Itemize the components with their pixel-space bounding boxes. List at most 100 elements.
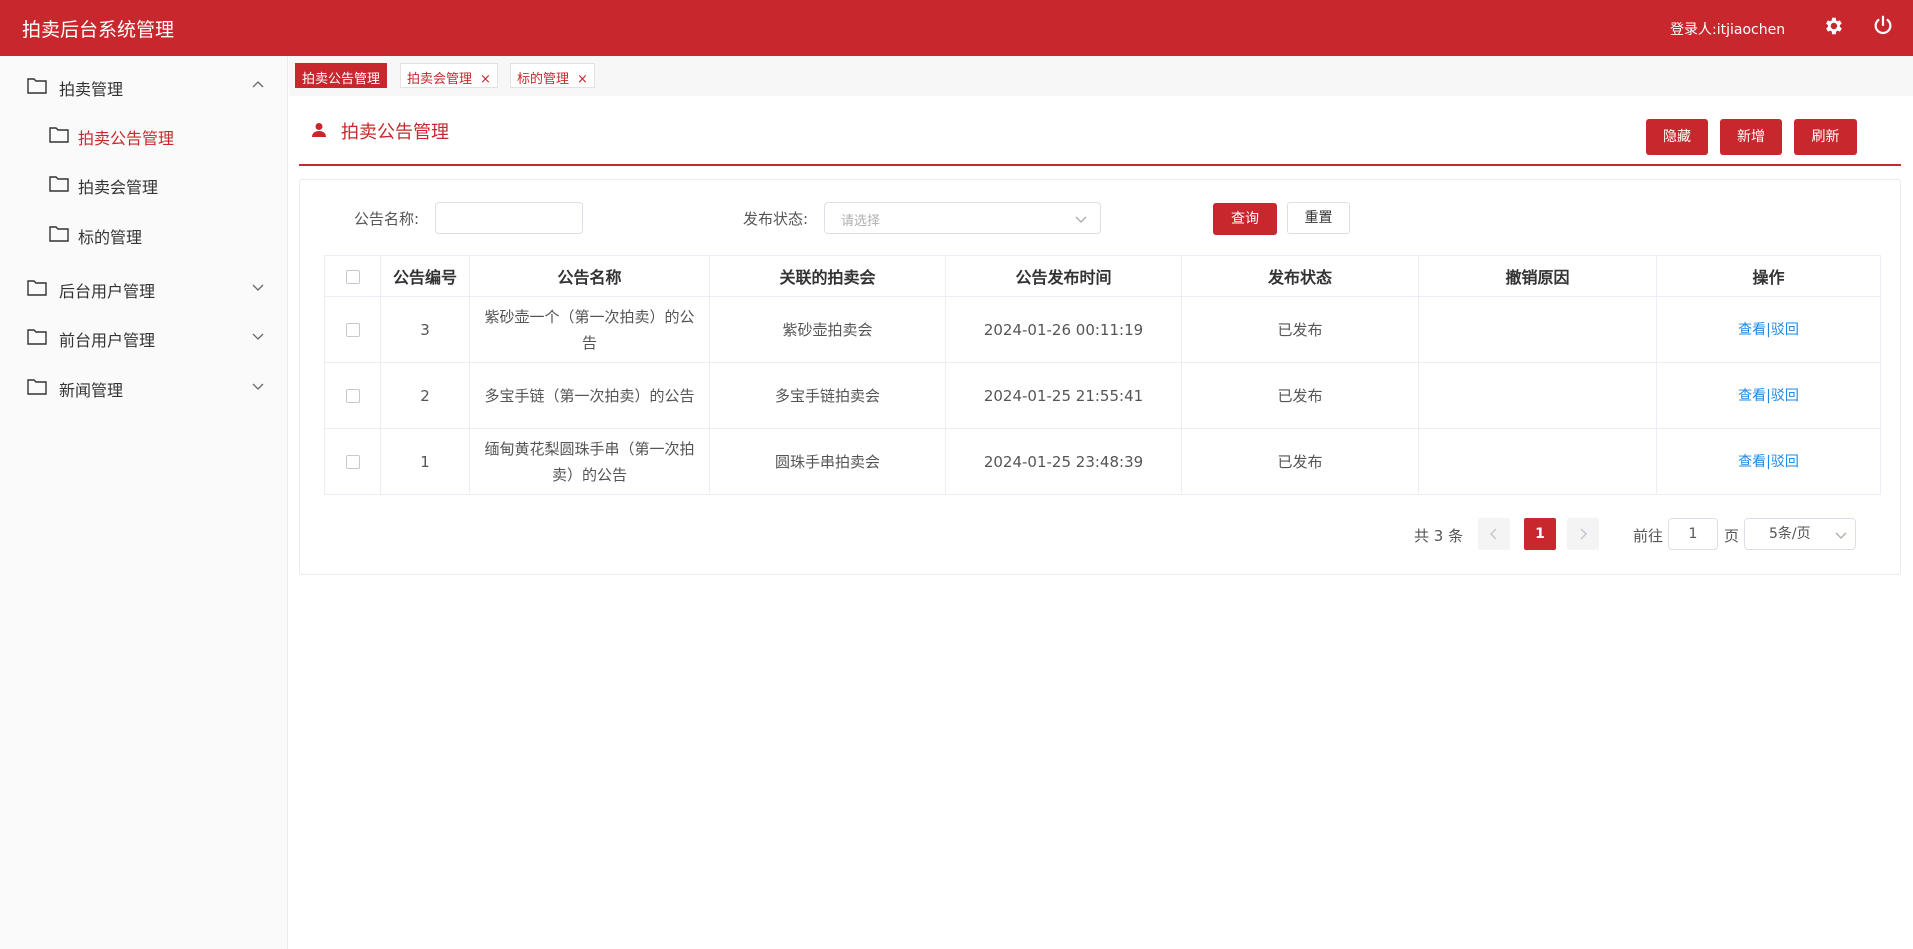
column-header: 公告编号 xyxy=(380,255,470,297)
notice-name-cell: 紫砂壶一个（第一次拍卖）的公告 xyxy=(469,296,710,363)
row-select-cell xyxy=(324,362,381,429)
publish-time-cell: 2024-01-26 00:11:19 xyxy=(945,296,1182,363)
actions-cell: 查看|驳回 xyxy=(1656,428,1881,495)
row-checkbox[interactable] xyxy=(345,455,360,469)
notice-name-cell: 多宝手链（第一次拍卖）的公告 xyxy=(469,362,710,429)
table-row: 1 缅甸黄花梨圆珠手串（第一次拍卖）的公告 圆珠手串拍卖会 2024-01-25… xyxy=(324,428,1881,495)
close-icon[interactable]: × xyxy=(577,72,588,87)
power-icon[interactable] xyxy=(1872,14,1894,36)
page-size-select[interactable]: 5条/页 xyxy=(1744,518,1856,550)
sidebar-item-lot-management[interactable]: 标的管理 xyxy=(0,212,288,256)
chevron-down-icon xyxy=(252,383,264,390)
login-user-label: 登录人:itjiaochen xyxy=(1670,22,1786,38)
sidebar-item-auction-notice[interactable]: 拍卖公告管理 xyxy=(0,113,288,157)
panel-header: 拍卖公告管理 隐藏 新增 刷新 xyxy=(299,112,1901,166)
tab-label: 标的管理 xyxy=(517,72,570,87)
column-header: 公告发布时间 xyxy=(945,255,1182,297)
select-all-checkbox[interactable] xyxy=(345,270,360,284)
column-header: 发布状态 xyxy=(1181,255,1419,297)
chevron-down-icon xyxy=(1075,216,1087,223)
notice-name-cell: 缅甸黄花梨圆珠手串（第一次拍卖）的公告 xyxy=(469,428,710,495)
sidebar-item-label: 前台用户管理 xyxy=(59,331,156,350)
chevron-down-icon xyxy=(1835,532,1847,539)
table-row: 2 多宝手链（第一次拍卖）的公告 多宝手链拍卖会 2024-01-25 21:5… xyxy=(324,362,1881,429)
revoke-link[interactable]: 驳回 xyxy=(1771,388,1799,404)
table-row: 3 紫砂壶一个（第一次拍卖）的公告 紫砂壶拍卖会 2024-01-26 00:1… xyxy=(324,296,1881,363)
reset-button[interactable]: 重置 xyxy=(1287,202,1350,234)
folder-icon xyxy=(27,379,47,395)
chevron-right-icon xyxy=(1580,528,1587,540)
publish-status-cell: 已发布 xyxy=(1181,428,1419,495)
auction-cell: 圆珠手串拍卖会 xyxy=(709,428,946,495)
tab-label: 拍卖公告管理 xyxy=(302,72,381,87)
page-size-value: 5条/页 xyxy=(1769,526,1811,542)
page-title: 拍卖公告管理 xyxy=(341,122,449,143)
page-unit-label: 页 xyxy=(1724,527,1740,545)
pagination-total: 共 3 条 xyxy=(1414,527,1464,545)
folder-icon xyxy=(27,329,47,345)
notice-id-cell: 2 xyxy=(380,362,470,429)
notice-id-cell: 3 xyxy=(380,296,470,363)
gear-icon[interactable] xyxy=(1822,15,1844,37)
notice-name-label: 公告名称: xyxy=(354,210,420,228)
revoke-reason-cell xyxy=(1418,296,1657,363)
view-link[interactable]: 查看 xyxy=(1738,322,1766,338)
revoke-link[interactable]: 驳回 xyxy=(1771,322,1799,338)
sidebar-item-auction-management[interactable]: 拍卖管理 xyxy=(0,64,288,108)
goto-page-input[interactable]: 1 xyxy=(1668,518,1718,550)
prev-page-button[interactable] xyxy=(1478,518,1510,550)
tab-label: 拍卖会管理 xyxy=(407,72,473,87)
publish-status-label: 发布状态: xyxy=(743,210,809,228)
sidebar-item-frontend-users[interactable]: 前台用户管理 xyxy=(0,315,288,359)
content-card: 公告名称: 发布状态: 请选择 查询 重置 公告编号 公告名称 关联的拍卖会 公… xyxy=(299,179,1901,575)
publish-status-cell: 已发布 xyxy=(1181,362,1419,429)
publish-time-cell: 2024-01-25 21:55:41 xyxy=(945,362,1182,429)
sidebar-item-label: 标的管理 xyxy=(78,228,143,247)
tab-auction-session[interactable]: 拍卖会管理 × xyxy=(400,63,498,88)
row-select-cell xyxy=(324,428,381,495)
sidebar-item-news-management[interactable]: 新闻管理 xyxy=(0,365,288,409)
select-all-cell xyxy=(324,255,381,297)
folder-icon xyxy=(27,78,47,94)
column-header: 撤销原因 xyxy=(1418,255,1657,297)
close-icon[interactable]: × xyxy=(480,72,491,87)
sidebar-item-label: 拍卖管理 xyxy=(59,80,124,99)
notice-name-input[interactable] xyxy=(435,202,583,234)
publish-status-cell: 已发布 xyxy=(1181,296,1419,363)
top-header-bar: 拍卖后台系统管理 登录人:itjiaochen xyxy=(0,0,1913,56)
sidebar-item-label: 后台用户管理 xyxy=(59,282,156,301)
sidebar-item-label: 拍卖会管理 xyxy=(78,178,159,197)
tab-bar: 拍卖公告管理 拍卖会管理 × 标的管理 × xyxy=(289,56,1913,96)
add-button[interactable]: 新增 xyxy=(1720,119,1782,155)
refresh-button[interactable]: 刷新 xyxy=(1794,119,1857,155)
chevron-left-icon xyxy=(1490,528,1497,540)
publish-status-select[interactable]: 请选择 xyxy=(824,202,1101,234)
folder-icon xyxy=(49,226,69,242)
query-button[interactable]: 查询 xyxy=(1213,203,1277,235)
chevron-down-icon xyxy=(252,333,264,340)
notice-table: 公告编号 公告名称 关联的拍卖会 公告发布时间 发布状态 撤销原因 操作 3 紫… xyxy=(324,255,1881,495)
revoke-link[interactable]: 驳回 xyxy=(1771,454,1799,470)
actions-cell: 查看|驳回 xyxy=(1656,296,1881,363)
sidebar-item-label: 新闻管理 xyxy=(59,381,124,400)
revoke-reason-cell xyxy=(1418,362,1657,429)
user-icon xyxy=(312,123,326,137)
tab-lot-management[interactable]: 标的管理 × xyxy=(510,63,595,88)
current-page-button[interactable]: 1 xyxy=(1524,518,1556,550)
tab-auction-notice[interactable]: 拍卖公告管理 xyxy=(295,63,388,88)
row-checkbox[interactable] xyxy=(345,323,360,337)
table-header-row: 公告编号 公告名称 关联的拍卖会 公告发布时间 发布状态 撤销原因 操作 xyxy=(324,255,1881,297)
publish-time-cell: 2024-01-25 23:48:39 xyxy=(945,428,1182,495)
notice-id-cell: 1 xyxy=(380,428,470,495)
sidebar-item-backend-users[interactable]: 后台用户管理 xyxy=(0,266,288,310)
next-page-button[interactable] xyxy=(1567,518,1599,550)
actions-cell: 查看|驳回 xyxy=(1656,362,1881,429)
view-link[interactable]: 查看 xyxy=(1738,388,1766,404)
chevron-up-icon xyxy=(252,81,264,88)
sidebar: 拍卖管理 拍卖公告管理 拍卖会管理 标的管理 后台用户管理 前台用户管理 新闻管… xyxy=(0,56,288,949)
hide-button[interactable]: 隐藏 xyxy=(1646,119,1708,155)
sidebar-item-auction-session[interactable]: 拍卖会管理 xyxy=(0,162,288,206)
row-checkbox[interactable] xyxy=(345,389,360,403)
view-link[interactable]: 查看 xyxy=(1738,454,1766,470)
column-header: 操作 xyxy=(1656,255,1881,297)
